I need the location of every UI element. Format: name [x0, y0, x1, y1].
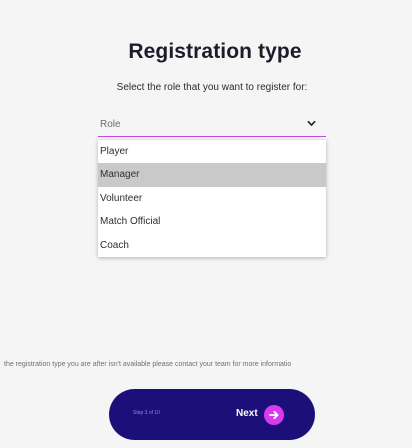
- role-options-list: Player Manager Volunteer Match Official …: [98, 140, 326, 257]
- role-option-match-official[interactable]: Match Official: [98, 210, 326, 233]
- arrow-right-icon: [269, 410, 279, 420]
- role-option-player[interactable]: Player: [98, 140, 326, 163]
- availability-notice: the registration type you are after isn'…: [4, 361, 292, 368]
- page-title: Registration type: [128, 40, 302, 63]
- role-select[interactable]: Role: [98, 113, 326, 137]
- role-select-label: Role: [100, 119, 121, 130]
- step-indicator: Step 3 of 10: [133, 410, 160, 416]
- page-subtitle: Select the role that you want to registe…: [116, 82, 308, 93]
- chevron-down-icon: [307, 120, 316, 126]
- role-option-volunteer[interactable]: Volunteer: [98, 187, 326, 210]
- role-option-coach[interactable]: Coach: [98, 234, 326, 257]
- next-button[interactable]: [264, 405, 284, 425]
- role-option-manager[interactable]: Manager: [98, 163, 326, 187]
- next-button-label[interactable]: Next: [236, 408, 258, 419]
- next-step-bar: Step 3 of 10 Next: [109, 389, 315, 440]
